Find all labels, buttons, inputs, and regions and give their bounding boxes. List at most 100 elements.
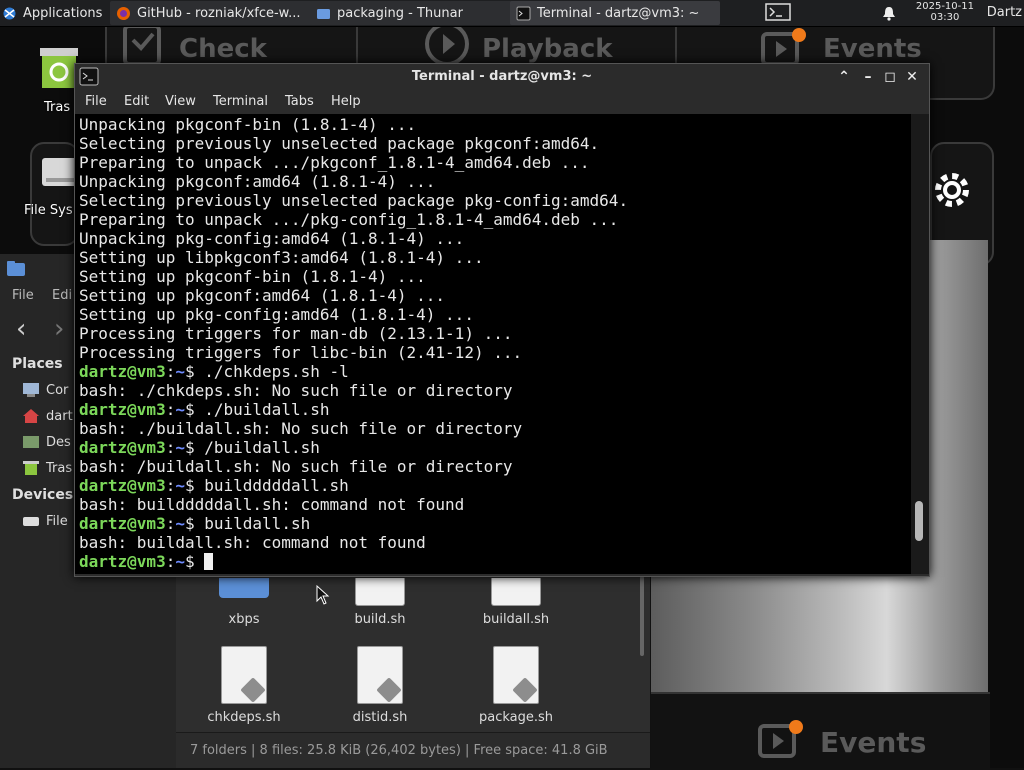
file-item-distid[interactable]: distid.sh: [320, 646, 440, 725]
clock[interactable]: 2025-10-11 03:30: [916, 1, 974, 23]
command-text: $ ./buildall.sh: [184, 400, 330, 419]
command-text: $ buildddddall.sh: [184, 476, 349, 495]
notifications-button[interactable]: [881, 1, 899, 25]
prompt-path: ~: [175, 552, 185, 571]
top-panel: Applications GitHub - rozniak/xfce-w... …: [0, 0, 1024, 27]
script-file-icon: [493, 646, 539, 704]
prompt-user: dartz@vm3: [79, 400, 166, 419]
menu-terminal[interactable]: Terminal: [213, 94, 268, 109]
terminal-output-line: Setting up pkgconf:amd64 (1.8.1-4) ...: [79, 286, 446, 305]
terminal-lines: Unpacking pkgconf-bin (1.8.1-4) ... Selec…: [79, 115, 628, 571]
terminal-output-line: Setting up libpkgconf3:amd64 (1.8.1-4) .…: [79, 248, 484, 267]
show-desktop-button[interactable]: [762, 1, 796, 25]
thunar-menu-edit[interactable]: Edi: [52, 288, 72, 303]
terminal-command-line: dartz@vm3:~$: [79, 552, 628, 571]
script-file-icon: [221, 646, 267, 704]
terminal-command-line: dartz@vm3:~$ buildall.sh: [79, 514, 628, 533]
menu-tabs[interactable]: Tabs: [285, 94, 314, 109]
forward-arrow-icon[interactable]: ›: [54, 314, 64, 344]
file-name: package.sh: [478, 710, 554, 725]
prompt-colon: :: [165, 552, 176, 571]
menu-help[interactable]: Help: [331, 94, 361, 109]
terminal-scrollbar[interactable]: [911, 114, 929, 574]
sidebar-item-label: File: [46, 513, 68, 529]
scrollbar[interactable]: [640, 576, 644, 656]
command-text: $ buildall.sh: [184, 514, 311, 533]
menu-edit[interactable]: Edit: [124, 94, 149, 109]
taskbar-item-thunar[interactable]: packaging - Thunar: [310, 1, 520, 25]
devices-heading: Devices: [12, 487, 74, 503]
file-item-buildall[interactable]: buildall.sh: [456, 578, 576, 627]
events-bottom-label: Events: [820, 726, 927, 759]
file-item-chkdeps[interactable]: chkdeps.sh: [184, 646, 304, 725]
home-icon: [23, 409, 39, 423]
terminal-menubar: File Edit View Terminal Tabs Help: [75, 90, 929, 114]
prompt-path: ~: [175, 438, 185, 457]
sidebar-item-label: dart: [46, 408, 73, 424]
prompt-user: dartz@vm3: [79, 438, 166, 457]
clock-date: 2025-10-11: [915, 1, 974, 12]
user-menu[interactable]: Dartz: [987, 5, 1022, 20]
terminal-output-line: Preparing to unpack .../pkgconf_1.8.1-4_…: [79, 153, 590, 172]
prompt-colon: :: [165, 514, 176, 533]
applications-menu-button[interactable]: Applications: [2, 1, 108, 25]
trash-icon: [23, 461, 39, 475]
taskbar-item-label: Terminal - dartz@vm3: ~: [537, 5, 700, 21]
terminal-launcher-icon: [765, 3, 791, 21]
scrollbar-thumb[interactable]: [915, 500, 923, 541]
prompt-colon: :: [165, 400, 176, 419]
taskbar-item-label: GitHub - rozniak/xfce-w...: [137, 5, 301, 21]
clock-time: 03:30: [930, 12, 960, 23]
terminal-output[interactable]: Unpacking pkgconf-bin (1.8.1-4) ... Selec…: [75, 114, 911, 574]
terminal-output-line: Setting up pkg-config:amd64 (1.8.1-4) ..…: [79, 305, 474, 324]
thunar-menu-file[interactable]: File: [12, 288, 34, 303]
command-text: $ /buildall.sh: [184, 438, 320, 457]
close-button[interactable]: ✕: [903, 68, 921, 86]
applications-label: Applications: [23, 5, 103, 21]
prompt-path: ~: [175, 362, 185, 381]
mouse-pointer-icon: [316, 585, 330, 605]
events-icon: [758, 720, 803, 758]
terminal-window: Terminal - dartz@vm3: ~ ⌃ – ◻ ✕ File Edi…: [74, 63, 930, 577]
prompt-user: dartz@vm3: [79, 476, 166, 495]
terminal-command-line: dartz@vm3:~$ ./buildall.sh: [79, 400, 628, 419]
menu-view[interactable]: View: [165, 94, 196, 109]
sidebar-item-label: Tras: [46, 460, 73, 476]
terminal-command-line: dartz@vm3:~$ /buildall.sh: [79, 438, 628, 457]
file-name: build.sh: [354, 612, 406, 627]
firefox-icon: [117, 6, 130, 20]
script-file-icon: [491, 578, 541, 606]
terminal-titlebar[interactable]: Terminal - dartz@vm3: ~ ⌃ – ◻ ✕: [75, 64, 929, 90]
taskbar-item-label: packaging - Thunar: [337, 5, 463, 21]
xfce-logo-icon: [3, 7, 16, 19]
prompt-path: ~: [175, 400, 185, 419]
prompt-user: dartz@vm3: [79, 362, 166, 381]
maximize-button[interactable]: ◻: [881, 68, 899, 86]
prompt-user: dartz@vm3: [79, 514, 166, 533]
command-text: $ ./chkdeps.sh -l: [184, 362, 349, 381]
menu-file[interactable]: File: [85, 94, 107, 109]
check-tile-label: Check: [179, 34, 267, 64]
terminal-output-line: Processing triggers for man-db (2.13.1-1…: [79, 324, 513, 343]
back-arrow-icon[interactable]: ‹: [16, 314, 26, 344]
terminal-output-line: Preparing to unpack .../pkg-config_1.8.1…: [79, 210, 619, 229]
terminal-output-line: Unpacking pkgconf:amd64 (1.8.1-4) ...: [79, 172, 436, 191]
text-cursor: [204, 553, 214, 570]
file-item-xbps[interactable]: xbps: [184, 578, 304, 627]
thunar-statusbar: 7 folders | 8 files: 25.8 KiB (26,402 by…: [176, 732, 650, 768]
file-item-package[interactable]: package.sh: [456, 646, 576, 725]
events-bottom-tile[interactable]: Events: [650, 692, 990, 770]
taskbar-item-firefox[interactable]: GitHub - rozniak/xfce-w...: [110, 1, 318, 25]
taskbar-item-terminal[interactable]: Terminal - dartz@vm3: ~: [510, 1, 720, 25]
script-file-icon: [357, 646, 403, 704]
terminal-output-line: bash: ./chkdeps.sh: No such file or dire…: [79, 381, 513, 400]
minimize-button[interactable]: –: [859, 68, 877, 86]
chevron-up-icon[interactable]: ⌃: [835, 68, 853, 86]
file-item-build[interactable]: build.sh: [320, 578, 440, 627]
terminal-icon: [516, 6, 531, 20]
prompt-user: dartz@vm3: [79, 552, 166, 571]
terminal-output-line: bash: buildddddall.sh: command not found: [79, 495, 465, 514]
file-name: chkdeps.sh: [207, 710, 281, 725]
terminal-output-line: Selecting previously unselected package …: [79, 191, 629, 210]
folder-icon: [317, 8, 330, 19]
